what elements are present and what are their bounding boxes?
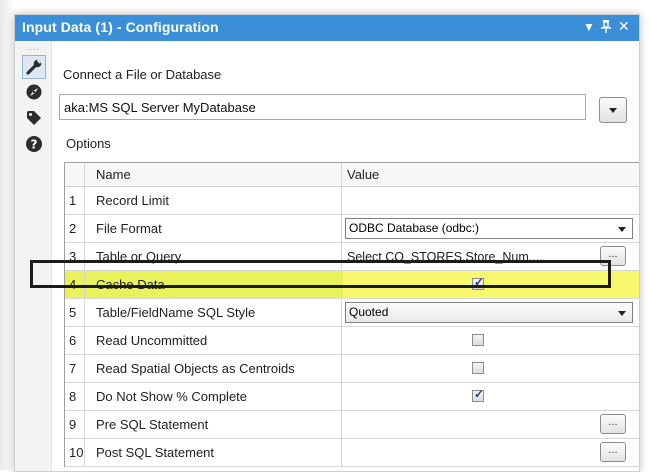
row-number: 1 [65,187,85,214]
row-number: 4 [65,271,85,298]
sql-style-value: Quoted [349,305,389,319]
table-row[interactable]: 1 Record Limit [65,187,639,215]
row-number: 9 [65,411,85,438]
connection-input[interactable]: aka:MS SQL Server MyDatabase [59,94,586,120]
row-number: 5 [65,299,85,326]
row-number: 10 [65,439,85,466]
table-header: Name Value [65,163,639,187]
table-row[interactable]: 8 Do Not Show % Complete ✓ [65,383,639,411]
row-name: Table or Query [86,243,342,270]
row-number: 3 [65,243,85,270]
tag-icon[interactable] [23,107,45,129]
checkmark-icon: ✓ [474,275,485,289]
table-row[interactable]: 6 Read Uncommitted [65,327,639,355]
sql-style-select[interactable]: Quoted [345,302,633,323]
title-bar: Input Data (1) - Configuration ▼ ✕ [15,15,639,41]
table-row-highlighted[interactable]: 4 Cache Data ✓ [65,271,639,299]
file-format-select[interactable]: ODBC Database (odbc:) [345,218,633,239]
row-name: Read Uncommitted [86,327,342,354]
read-uncommitted-checkbox[interactable] [472,334,484,346]
table-row[interactable]: 10 Post SQL Statement ... [65,439,639,467]
table-query-ellipsis-button[interactable]: ... [600,246,626,266]
pre-sql-ellipsis-button[interactable]: ... [600,414,626,434]
table-row[interactable]: 3 Table or Query Select CO_STORES.Store_… [65,243,639,271]
row-name: Record Limit [86,187,342,214]
column-header-value: Value [347,167,380,182]
row-name: Read Spatial Objects as Centroids [86,355,342,382]
pin-icon[interactable] [601,20,611,36]
table-row[interactable]: 5 Table/FieldName SQL Style Quoted [65,299,639,327]
row-name: Cache Data [86,271,342,298]
compass-icon[interactable] [23,81,45,103]
content-area: Connect a File or Database aka:MS SQL Se… [52,41,639,471]
dropdown-arrow-icon[interactable]: ▼ [583,20,595,34]
cache-data-checkbox[interactable]: ✓ [472,275,485,290]
chevron-down-icon [609,107,617,113]
checkmark-icon: ✓ [474,387,485,401]
table-query-value: Select CO_STORES.Store_Num,... [347,250,543,264]
configuration-panel: Input Data (1) - Configuration ▼ ✕ .... … [14,14,640,472]
row-name: Post SQL Statement [86,439,342,466]
connection-dropdown-button[interactable] [599,97,627,123]
help-icon[interactable]: ? [23,133,45,155]
row-name: Table/FieldName SQL Style [86,299,342,326]
wrench-icon[interactable] [22,55,46,79]
column-header-name: Name [86,163,342,186]
row-name: File Format [86,215,342,242]
row-name: Do Not Show % Complete [86,383,342,410]
row-number: 7 [65,355,85,382]
record-limit-value[interactable] [343,187,639,214]
options-table: Name Value 1 Record Limit 2 File Format … [64,162,639,467]
window-title: Input Data (1) - Configuration [22,19,219,35]
connect-label: Connect a File or Database [63,67,222,82]
row-name: Pre SQL Statement [86,411,342,438]
read-spatial-centroids-checkbox[interactable] [472,362,484,374]
row-number: 8 [65,383,85,410]
chevron-down-icon [618,311,626,316]
do-not-show-complete-checkbox[interactable]: ✓ [472,387,485,402]
sidebar: .... ? [15,41,52,471]
close-icon[interactable]: ✕ [618,18,630,35]
options-label: Options [66,136,111,151]
sidebar-grip: .... [26,42,41,52]
chevron-down-icon [618,227,626,232]
post-sql-ellipsis-button[interactable]: ... [600,442,626,462]
row-number: 2 [65,215,85,242]
table-row[interactable]: 9 Pre SQL Statement ... [65,411,639,439]
row-number: 6 [65,327,85,354]
table-row[interactable]: 2 File Format ODBC Database (odbc:) [65,215,639,243]
file-format-value: ODBC Database (odbc:) [349,221,480,235]
table-row[interactable]: 7 Read Spatial Objects as Centroids [65,355,639,383]
svg-text:?: ? [31,138,38,152]
